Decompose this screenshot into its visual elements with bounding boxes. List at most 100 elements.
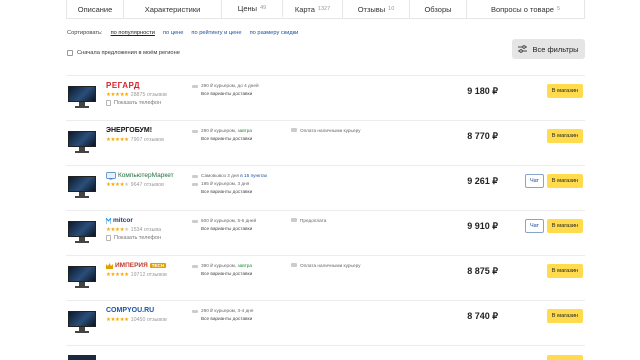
rating-stars: ★★★★★ xyxy=(106,227,129,233)
shop-logo-icon xyxy=(106,217,111,224)
product-image[interactable] xyxy=(68,311,96,333)
go-to-shop-button[interactable]: В магазин xyxy=(547,174,583,188)
delivery-highlight[interactable]: в 15 пунктах xyxy=(240,173,267,178)
region-filter[interactable]: Сначала предложения в моём регионе xyxy=(67,50,180,56)
sliders-icon xyxy=(518,45,528,53)
show-phone-link[interactable]: Показать телефон xyxy=(106,235,192,241)
pickup-icon xyxy=(192,174,198,178)
product-image[interactable] xyxy=(68,86,96,108)
shop-rating[interactable]: ★★★★★ 19712 отзывов xyxy=(106,272,192,278)
all-filters-button[interactable]: Все фильтры xyxy=(512,39,585,59)
tab-label: Цены xyxy=(237,3,258,13)
tab-label: Карта xyxy=(294,4,315,14)
chat-button[interactable]: Чат xyxy=(525,174,544,188)
courier-icon xyxy=(192,219,198,223)
payment-info: Предоплата xyxy=(291,217,371,224)
go-to-shop-button[interactable]: В магазин xyxy=(547,129,583,143)
shop-info: COMPYOU.RU ★★★★★ 10450 отзывов xyxy=(106,305,192,323)
courier-icon xyxy=(192,129,198,133)
all-delivery-options[interactable]: Все варианты доставки xyxy=(201,225,288,233)
prepay-icon xyxy=(291,218,297,222)
shop-name: ЭНЕРГОБУМ! xyxy=(106,127,153,134)
courier-icon xyxy=(192,264,198,268)
shop-logo[interactable]: ИМПЕРИЯ TECH xyxy=(106,260,192,271)
product-image[interactable] xyxy=(68,355,96,360)
shop-rating[interactable]: ★★★★★ 1534 отзыва xyxy=(106,227,192,233)
region-checkbox[interactable] xyxy=(67,50,73,56)
tab-label: Характеристики xyxy=(144,4,201,14)
tab-count: 1327 xyxy=(317,6,331,12)
go-to-shop-button[interactable]: В магазин xyxy=(547,309,583,323)
all-delivery-options[interactable]: Все варианты доставки xyxy=(201,90,288,98)
shop-rating[interactable]: ★★★★★ 10450 отзывов xyxy=(106,317,192,323)
tab-count: 49 xyxy=(260,5,267,11)
shop-rating[interactable]: ★★★★★ 7907 отзывов xyxy=(106,137,192,143)
delivery-text: 390 ₽ курьером, xyxy=(201,263,238,268)
chat-button[interactable]: Чат xyxy=(525,219,544,233)
tab-articles[interactable]: Обзоры xyxy=(410,0,467,18)
delivery-text: 290 ₽ курьером, 3-4 дня xyxy=(201,308,254,313)
sort-rating-price[interactable]: по рейтингу и цене xyxy=(191,30,241,36)
show-phone-label: Показать телефон xyxy=(114,100,162,106)
tab-label: Обзоры xyxy=(424,4,452,14)
shop-info: РЕГАРД ★★★★★ 28875 отзывов Показать телеф… xyxy=(106,80,192,106)
sort-popularity[interactable]: по популярности xyxy=(111,30,155,36)
product-image[interactable] xyxy=(68,266,96,288)
show-phone-label: Показать телефон xyxy=(114,235,162,241)
show-phone-link[interactable]: Показать телефон xyxy=(106,100,192,106)
go-to-shop-button[interactable] xyxy=(547,355,583,360)
shop-name: COMPYOU.RU xyxy=(106,307,155,314)
product-image[interactable] xyxy=(68,176,96,198)
reviews-count: 10450 отзывов xyxy=(130,317,167,323)
shop-badge: TECH xyxy=(149,263,167,268)
product-image[interactable] xyxy=(68,221,96,243)
shop-rating[interactable]: ★★★★★ 28875 отзывов xyxy=(106,92,192,98)
shop-logo[interactable]: РЕГАРД xyxy=(106,80,192,91)
sort-discount[interactable]: по размеру скидки xyxy=(250,30,299,36)
cash-icon xyxy=(291,263,297,267)
offer-row: КомпьютерМаркет ★★★★★ 9647 отзывов Самовы… xyxy=(66,165,585,210)
shop-logo[interactable]: ЭНЕРГОБУМ! xyxy=(106,125,192,136)
shop-logo[interactable]: COMPYOU.RU xyxy=(106,305,192,316)
tab-count: 10 xyxy=(388,6,395,12)
shop-logo[interactable]: mitcor xyxy=(106,215,192,226)
go-to-shop-button[interactable]: В магазин xyxy=(547,84,583,98)
offer-price: 8 740 ₽ xyxy=(467,311,498,321)
reviews-count: 28875 отзывов xyxy=(130,92,167,98)
all-filters-label: Все фильтры xyxy=(532,44,579,54)
tab-prices[interactable]: Цены 49 xyxy=(222,0,283,18)
payment-info: Оплата наличными курьеру xyxy=(291,127,371,134)
all-delivery-options[interactable]: Все варианты доставки xyxy=(201,188,288,196)
rating-stars: ★★★★★ xyxy=(106,182,129,188)
delivery-highlight: завтра xyxy=(237,128,253,133)
tab-label: Отзывы xyxy=(357,4,386,14)
offer-row-partial xyxy=(66,345,585,360)
all-delivery-options[interactable]: Все варианты доставки xyxy=(201,270,288,278)
shop-logo[interactable]: КомпьютерМаркет xyxy=(106,170,192,181)
tab-map[interactable]: Карта 1327 xyxy=(283,0,343,18)
delivery-info: 290 ₽ курьером, завтра Все варианты дост… xyxy=(192,127,288,143)
delivery-info: 390 ₽ курьером, завтра Все варианты дост… xyxy=(192,262,288,278)
shop-rating[interactable]: ★★★★★ 9647 отзывов xyxy=(106,182,192,188)
rating-stars: ★★★★★ xyxy=(106,137,129,143)
all-delivery-options[interactable]: Все варианты доставки xyxy=(201,135,288,143)
reviews-count: 19712 отзывов xyxy=(130,272,167,278)
tab-reviews[interactable]: Отзывы 10 xyxy=(343,0,410,18)
all-delivery-options[interactable]: Все варианты доставки xyxy=(201,315,288,323)
shop-name: КомпьютерМаркет xyxy=(118,172,174,179)
offer-price: 9 910 ₽ xyxy=(467,221,498,231)
courier-icon xyxy=(192,309,198,313)
go-to-shop-button[interactable]: В магазин xyxy=(547,264,583,278)
tab-questions[interactable]: Вопросы о товаре 5 xyxy=(467,0,584,18)
sort-price[interactable]: по цене xyxy=(163,30,183,36)
rating-stars: ★★★★★ xyxy=(106,272,129,278)
sort-bar: Сортировать: по популярности по цене по … xyxy=(67,30,298,36)
payment-text: Оплата наличными курьеру xyxy=(300,128,361,133)
payment-info: Оплата наличными курьеру xyxy=(291,262,371,269)
tab-specs[interactable]: Характеристики xyxy=(124,0,222,18)
go-to-shop-button[interactable]: В магазин xyxy=(547,219,583,233)
product-image[interactable] xyxy=(68,131,96,153)
tab-count: 5 xyxy=(556,6,561,12)
tab-description[interactable]: Описание xyxy=(67,0,124,18)
shop-name: РЕГАРД xyxy=(106,81,141,90)
